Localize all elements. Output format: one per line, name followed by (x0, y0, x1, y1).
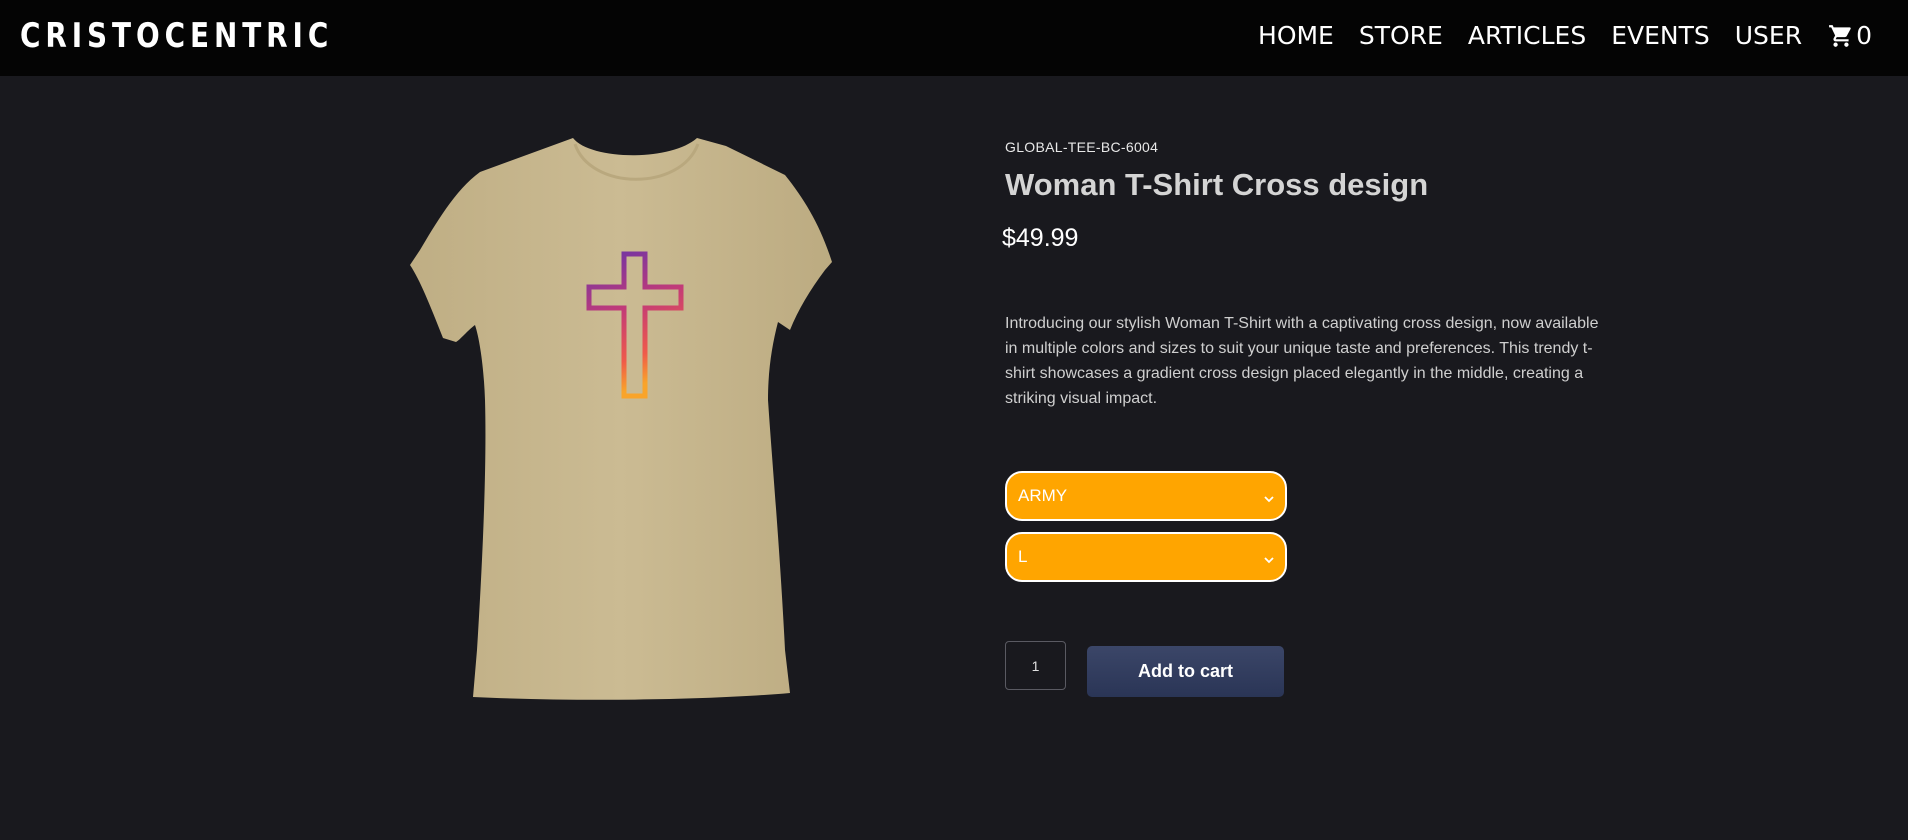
color-select-value: ARMY (1018, 486, 1068, 505)
quantity-input[interactable]: 1 (1005, 641, 1066, 690)
nav-events[interactable]: EVENTS (1611, 18, 1710, 54)
cart-count: 0 (1856, 21, 1872, 50)
product-image (380, 130, 880, 710)
color-select[interactable]: ARMY (1005, 471, 1287, 521)
nav-user[interactable]: USER (1735, 18, 1802, 54)
product-price: $49.99 (1002, 224, 1079, 252)
product-description: Introducing our stylish Woman T-Shirt wi… (1005, 315, 1599, 407)
product-sku: GLOBAL-TEE-BC-6004 (1005, 139, 1159, 155)
chevron-down-icon (1263, 551, 1275, 571)
add-to-cart-button[interactable]: Add to cart (1087, 646, 1284, 697)
product-title: Woman T-Shirt Cross design (1005, 167, 1429, 202)
nav-store[interactable]: STORE (1359, 18, 1443, 54)
cart-icon (1828, 23, 1854, 49)
site-logo[interactable]: CRISTOCENTRIC (20, 16, 333, 56)
nav-home[interactable]: HOME (1258, 18, 1334, 54)
main-nav: HOME STORE ARTICLES EVENTS USER 0 (1233, 18, 1872, 54)
cart-button[interactable]: 0 (1828, 18, 1872, 54)
size-select-value: L (1018, 547, 1028, 566)
nav-articles[interactable]: ARTICLES (1468, 18, 1586, 54)
chevron-down-icon (1263, 490, 1275, 510)
top-navbar: CRISTOCENTRIC HOME STORE ARTICLES EVENTS… (0, 0, 1908, 76)
shirt-body (410, 138, 832, 700)
size-select[interactable]: L (1005, 532, 1287, 582)
